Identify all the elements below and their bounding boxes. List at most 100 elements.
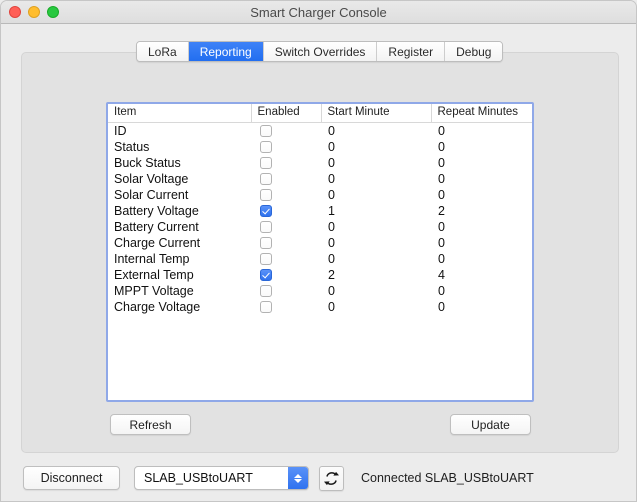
cell-start-minute[interactable]: 0 [321, 250, 431, 267]
serial-port-select[interactable]: SLAB_USBtoUART [134, 466, 309, 490]
cell-enabled [251, 282, 321, 299]
enabled-checkbox[interactable] [260, 236, 272, 249]
enabled-checkbox[interactable] [260, 252, 272, 265]
cell-item: Charge Voltage [108, 298, 251, 315]
refresh-button[interactable]: Refresh [110, 414, 191, 435]
cell-item: External Temp [108, 266, 251, 283]
cell-item: Solar Voltage [108, 170, 251, 187]
cell-item: Battery Current [108, 218, 251, 235]
cell-start-minute[interactable]: 0 [321, 282, 431, 299]
disconnect-button[interactable]: Disconnect [23, 466, 120, 490]
table-row[interactable]: Status 0 0 [108, 138, 532, 155]
table-header: Item Enabled Start Minute Repeat Minutes [108, 104, 532, 123]
cell-enabled [251, 186, 321, 203]
cell-repeat-minutes[interactable]: 0 [431, 154, 532, 171]
cell-item: Battery Voltage [108, 202, 251, 219]
cell-repeat-minutes[interactable]: 0 [431, 298, 532, 315]
column-header-enabled[interactable]: Enabled [251, 104, 322, 123]
app-window: Smart Charger Console LoRa Reporting Swi… [0, 0, 637, 502]
window-title: Smart Charger Console [250, 5, 387, 20]
tab-reporting[interactable]: Reporting [188, 42, 264, 61]
cell-start-minute[interactable]: 0 [321, 154, 431, 171]
cell-repeat-minutes[interactable]: 0 [431, 122, 532, 139]
chevron-up-icon [294, 473, 302, 478]
chevron-updown-icon[interactable] [288, 467, 308, 489]
tab-bar: LoRa Reporting Switch Overrides Register… [136, 41, 504, 62]
cell-enabled [251, 218, 321, 235]
table-row[interactable]: Battery Current 0 0 [108, 218, 532, 235]
tab-debug[interactable]: Debug [445, 42, 503, 61]
cell-item: Internal Temp [108, 250, 251, 267]
cell-enabled [251, 250, 321, 267]
cell-start-minute[interactable]: 2 [321, 266, 431, 283]
cell-repeat-minutes[interactable]: 0 [431, 218, 532, 235]
serial-port-value: SLAB_USBtoUART [144, 471, 253, 485]
cell-repeat-minutes[interactable]: 0 [431, 234, 532, 251]
table-row[interactable]: MPPT Voltage 0 0 [108, 282, 532, 299]
table-header-row: Item Enabled Start Minute Repeat Minutes [108, 104, 532, 123]
enabled-checkbox[interactable] [260, 220, 272, 233]
reload-ports-button[interactable] [319, 466, 344, 491]
connection-bar: Disconnect SLAB_USBtoUART Connected SLAB… [1, 463, 636, 501]
cell-start-minute[interactable]: 0 [321, 170, 431, 187]
cell-start-minute[interactable]: 0 [321, 298, 431, 315]
update-button[interactable]: Update [450, 414, 531, 435]
table-row[interactable]: Charge Voltage 0 0 [108, 298, 532, 315]
cell-start-minute[interactable]: 0 [321, 186, 431, 203]
table-row[interactable]: Solar Voltage 0 0 [108, 170, 532, 187]
enabled-checkbox[interactable] [260, 268, 272, 281]
table-row[interactable]: Buck Status 0 0 [108, 154, 532, 171]
cell-enabled [251, 138, 321, 155]
cell-repeat-minutes[interactable]: 2 [431, 202, 532, 219]
table-row[interactable]: External Temp 2 4 [108, 266, 532, 283]
table-row[interactable]: Battery Voltage 1 2 [108, 202, 532, 219]
cell-item: ID [108, 122, 251, 139]
cell-repeat-minutes[interactable]: 0 [431, 282, 532, 299]
cell-repeat-minutes[interactable]: 4 [431, 266, 532, 283]
cell-enabled [251, 234, 321, 251]
enabled-checkbox[interactable] [260, 124, 272, 137]
cell-repeat-minutes[interactable]: 0 [431, 170, 532, 187]
enabled-checkbox[interactable] [260, 188, 272, 201]
chevron-down-icon [294, 478, 302, 483]
reporting-table: Item Enabled Start Minute Repeat Minutes… [108, 104, 532, 315]
column-header-item[interactable]: Item [108, 104, 252, 123]
column-header-start-minute[interactable]: Start Minute [321, 104, 432, 123]
cell-repeat-minutes[interactable]: 0 [431, 250, 532, 267]
tab-lora[interactable]: LoRa [137, 42, 189, 61]
column-header-repeat-minutes[interactable]: Repeat Minutes [431, 104, 532, 123]
cell-enabled [251, 266, 321, 283]
cell-item: Solar Current [108, 186, 251, 203]
cell-item: Charge Current [108, 234, 251, 251]
table-row[interactable]: Internal Temp 0 0 [108, 250, 532, 267]
cell-enabled [251, 170, 321, 187]
table-row[interactable]: ID 0 0 [108, 122, 532, 139]
cell-enabled [251, 154, 321, 171]
enabled-checkbox[interactable] [260, 284, 272, 297]
cell-enabled [251, 122, 321, 139]
cell-start-minute[interactable]: 1 [321, 202, 431, 219]
cell-start-minute[interactable]: 0 [321, 122, 431, 139]
reporting-table-container[interactable]: Item Enabled Start Minute Repeat Minutes… [106, 102, 534, 402]
enabled-checkbox[interactable] [260, 140, 272, 153]
table-body: ID 0 0 Status 0 0 Buck Status 0 0 Solar Voltage 0 0… [108, 122, 532, 315]
enabled-checkbox[interactable] [260, 156, 272, 169]
cell-item: MPPT Voltage [108, 282, 251, 299]
reporting-panel: Item Enabled Start Minute Repeat Minutes… [21, 52, 619, 453]
cell-repeat-minutes[interactable]: 0 [431, 138, 532, 155]
connection-status-text: Connected SLAB_USBtoUART [361, 471, 534, 485]
tab-switch-overrides[interactable]: Switch Overrides [263, 42, 378, 61]
enabled-checkbox[interactable] [260, 172, 272, 185]
table-row[interactable]: Charge Current 0 0 [108, 234, 532, 251]
cell-enabled [251, 202, 321, 219]
table-row[interactable]: Solar Current 0 0 [108, 186, 532, 203]
enabled-checkbox[interactable] [260, 300, 272, 313]
enabled-checkbox[interactable] [260, 204, 272, 217]
cell-enabled [251, 298, 321, 315]
cell-repeat-minutes[interactable]: 0 [431, 186, 532, 203]
cell-start-minute[interactable]: 0 [321, 138, 431, 155]
cell-start-minute[interactable]: 0 [321, 234, 431, 251]
cell-start-minute[interactable]: 0 [321, 218, 431, 235]
tab-register[interactable]: Register [377, 42, 446, 61]
cell-item: Status [108, 138, 251, 155]
